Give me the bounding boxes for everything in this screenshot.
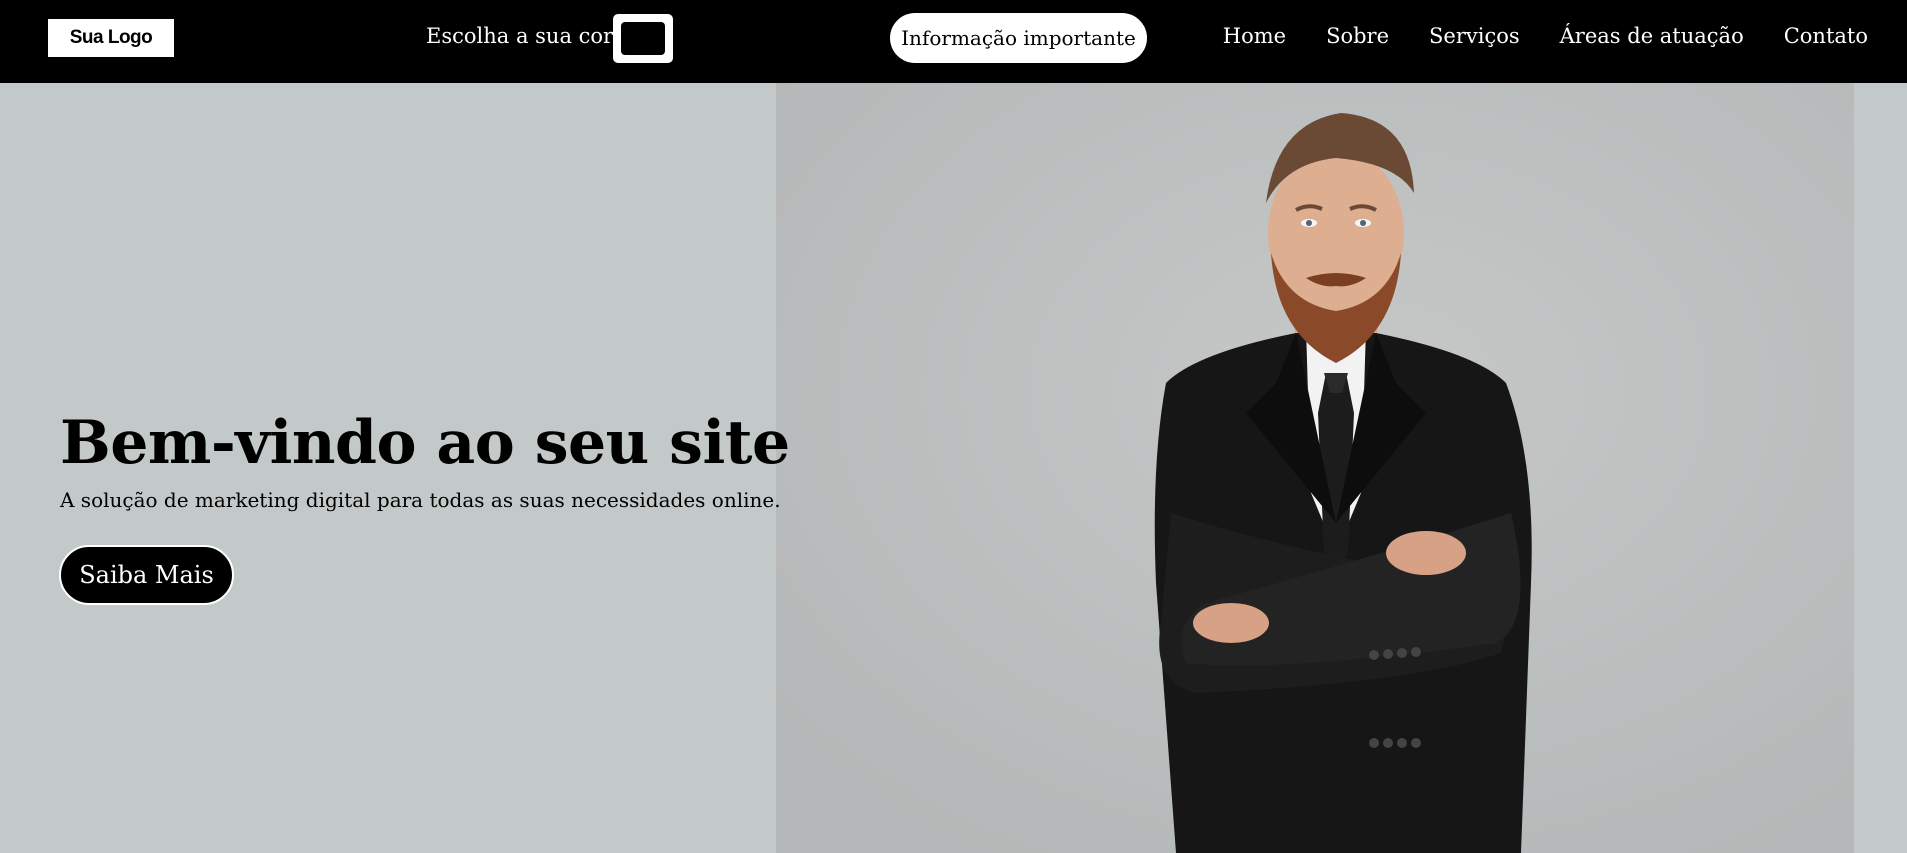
hero-title: Bem-vindo ao seu site <box>60 408 790 478</box>
nav-link-home[interactable]: Home <box>1223 24 1286 48</box>
color-picker[interactable] <box>613 14 673 63</box>
nav-link-servicos[interactable]: Serviços <box>1429 24 1520 48</box>
main-nav: Home Sobre Serviços Áreas de atuação Con… <box>1223 24 1868 48</box>
top-navbar: Sua Logo Escolha a sua cor Informação im… <box>0 0 1907 83</box>
important-info-button[interactable]: Informação importante <box>890 13 1147 63</box>
hero-subtitle: A solução de marketing digital para toda… <box>60 488 781 512</box>
saiba-mais-button[interactable]: Saiba Mais <box>59 545 234 605</box>
logo-text: Sua Logo <box>69 27 153 48</box>
site-logo[interactable]: Sua Logo <box>48 19 174 57</box>
nav-link-sobre[interactable]: Sobre <box>1326 24 1389 48</box>
color-swatch-fill <box>621 22 665 55</box>
nav-link-contato[interactable]: Contato <box>1784 24 1868 48</box>
color-picker-label: Escolha a sua cor <box>426 24 614 48</box>
nav-link-areas[interactable]: Áreas de atuação <box>1560 24 1744 48</box>
hero-text-block: Bem-vindo ao seu site A solução de marke… <box>60 410 790 512</box>
businessman-illustration <box>776 83 1854 853</box>
hero-image <box>776 83 1854 853</box>
